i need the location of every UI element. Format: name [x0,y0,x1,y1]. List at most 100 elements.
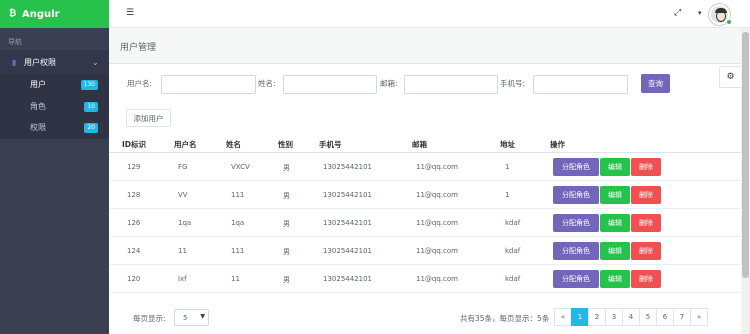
cell-name: 11 [231,275,240,283]
page-button[interactable]: 1 [571,308,589,326]
sidebar-item-users[interactable]: 用户 130 [0,74,109,96]
phone-input[interactable] [533,75,628,94]
page-button[interactable]: 5 [639,308,657,326]
count-badge: 20 [84,123,98,133]
col-id: ID标识 [122,140,147,149]
delete-button[interactable]: 删除 [631,242,661,260]
email-input[interactable] [404,75,498,94]
sidebar-item-label: 权限 [30,123,46,133]
nav-group-user-permissions[interactable]: ▮ 用户权限 ⌄ [0,50,109,74]
chevron-down-icon[interactable]: ▾ [698,9,702,17]
add-user-button[interactable]: 添加用户 [126,109,171,127]
cell-id: 126 [127,219,141,227]
cell-gender: 男 [283,192,290,200]
cell-id: 124 [127,247,141,255]
edit-button[interactable]: 编辑 [600,242,630,260]
sidebar-item-permissions[interactable]: 权限 20 [0,117,109,139]
cell-username: 11 [178,247,187,255]
brand-name: Angulr [22,8,60,20]
col-email: 邮箱 [412,140,427,149]
cell-id: 129 [127,163,141,171]
page-size-value: 5 [183,313,188,322]
cell-phone: 13025442101 [323,191,372,199]
sidebar-item-roles[interactable]: 角色 10 [0,96,109,118]
edit-button[interactable]: 编辑 [600,186,630,204]
table-row: 129 FG VXCV 男 13025442101 11@qq.com 1 分配… [109,153,741,181]
delete-button[interactable]: 删除 [631,214,661,232]
page-button[interactable]: 4 [622,308,640,326]
cell-username: 1qa [178,219,192,227]
bitcoin-logo-icon: ₿ [9,9,17,19]
table-header: ID标识 用户名 姓名 性别 手机号 邮箱 地址 操作 [109,134,741,153]
cell-name: 1qa [231,219,245,227]
sidebar: ₿ Angulr 导航 ▮ 用户权限 ⌄ 用户 130 角色 10 权限 20 [0,0,109,334]
col-address: 地址 [500,140,515,149]
cell-email: 11@qq.com [416,163,458,171]
next-page-button[interactable]: » [690,308,708,326]
page-size-select[interactable]: 5 ▼ [174,309,209,326]
page-size-label: 每页显示: [133,314,166,323]
phone-label: 手机号: [500,79,526,88]
cell-email: 11@qq.com [416,247,458,255]
query-button[interactable]: 查询 [641,74,670,93]
delete-button[interactable]: 删除 [631,186,661,204]
table-row: 126 1qa 1qa 男 13025442101 11@qq.com kdaf… [109,209,741,237]
edit-button[interactable]: 编辑 [600,270,630,288]
cell-email: 11@qq.com [416,275,458,283]
caret-down-icon: ▼ [200,313,205,320]
bar-chart-icon: ▮ [12,57,17,67]
table-row: 120 lxf 11 男 13025442101 11@qq.com kdaf … [109,265,741,293]
cell-phone: 13025442101 [323,275,372,283]
menu-toggle-icon[interactable]: ☰ [126,8,134,18]
col-username: 用户名 [174,140,197,149]
sidebar-item-label: 角色 [30,101,46,111]
col-phone: 手机号 [319,140,342,149]
assign-role-button[interactable]: 分配角色 [553,270,599,288]
chevron-down-icon: ⌄ [92,57,99,67]
table-row: 128 VV 111 男 13025442101 11@qq.com 1 分配角… [109,181,741,209]
sidebar-item-label: 用户 [30,80,46,90]
name-label: 姓名: [258,79,276,88]
cell-name: 111 [231,247,245,255]
delete-button[interactable]: 删除 [631,158,661,176]
cell-phone: 13025442101 [323,163,372,171]
pagination: « 1 2 3 4 5 6 7 » [554,308,708,326]
page-title-bar: 用户管理 [109,28,741,64]
cell-name: 111 [231,191,245,199]
cell-address: kdaf [505,275,521,283]
page-button[interactable]: 6 [656,308,674,326]
edit-button[interactable]: 编辑 [600,214,630,232]
cell-address: kdaf [505,247,521,255]
vertical-scrollbar[interactable] [741,28,750,334]
cell-gender: 男 [283,164,290,172]
email-label: 邮箱: [380,79,398,88]
gear-icon[interactable]: ⚙ [719,66,741,88]
col-gender: 性别 [278,140,293,149]
assign-role-button[interactable]: 分配角色 [553,242,599,260]
fullscreen-icon[interactable]: ⤢ [674,8,681,18]
count-badge: 10 [84,101,98,112]
cell-username: VV [178,191,188,199]
scrollbar-thumb[interactable] [742,32,749,278]
assign-role-button[interactable]: 分配角色 [553,158,599,176]
nav-submenu: 用户 130 角色 10 权限 20 [0,74,109,139]
page-button[interactable]: 2 [588,308,606,326]
assign-role-button[interactable]: 分配角色 [553,186,599,204]
avatar-hair [715,8,727,13]
name-input[interactable] [283,75,377,94]
nav-group-label: 用户权限 [24,57,56,67]
username-input[interactable] [161,75,256,94]
cell-id: 120 [127,275,141,283]
delete-button[interactable]: 删除 [631,270,661,288]
prev-page-button[interactable]: « [554,308,572,326]
page-button[interactable]: 7 [673,308,691,326]
brand[interactable]: ₿ Angulr [0,0,109,28]
cell-gender: 男 [283,276,290,284]
cell-id: 128 [127,191,141,199]
page-button[interactable]: 3 [605,308,623,326]
cell-username: FG [178,163,188,171]
assign-role-button[interactable]: 分配角色 [553,214,599,232]
edit-button[interactable]: 编辑 [600,158,630,176]
cell-username: lxf [178,275,187,283]
cell-phone: 13025442101 [323,219,372,227]
